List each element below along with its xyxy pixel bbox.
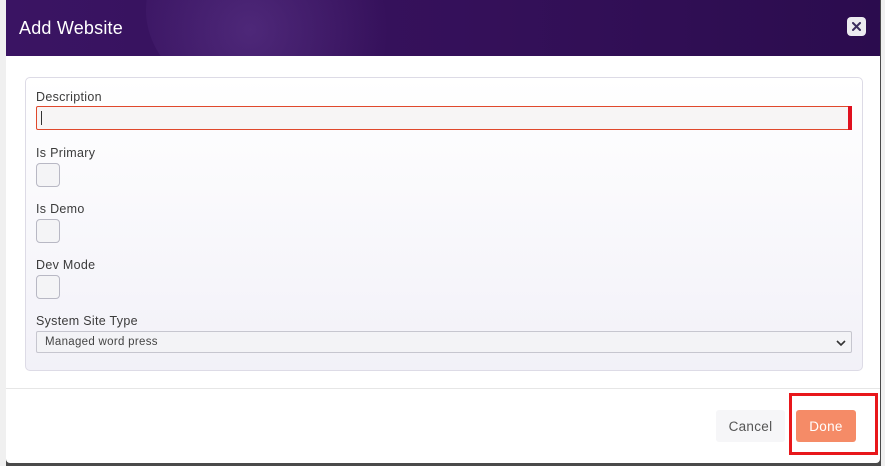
modal-title: Add Website (19, 18, 123, 38)
done-button[interactable]: Done (796, 410, 856, 442)
description-input[interactable] (36, 106, 852, 130)
close-button[interactable] (847, 17, 866, 36)
description-label: Description (36, 90, 102, 104)
dev-mode-checkbox[interactable] (36, 275, 60, 299)
dev-mode-label: Dev Mode (36, 258, 96, 272)
system-site-type-value: Managed word press (45, 336, 158, 348)
system-site-type-label: System Site Type (36, 314, 138, 328)
website-form: Description Is Primary Is Demo Dev Mode … (25, 77, 863, 371)
modal-body: Description Is Primary Is Demo Dev Mode … (6, 56, 880, 388)
modal-header: Add Website (6, 0, 880, 56)
chevron-down-icon (836, 340, 846, 347)
header-background-graphic (146, 0, 406, 56)
background-app-right (881, 0, 885, 466)
footer-divider (6, 388, 880, 389)
close-icon (852, 22, 861, 31)
add-website-modal: Add Website Description Is Primary Is De… (6, 0, 880, 463)
is-demo-label: Is Demo (36, 202, 85, 216)
is-demo-checkbox[interactable] (36, 219, 60, 243)
cancel-button[interactable]: Cancel (716, 410, 785, 442)
text-caret (41, 111, 42, 125)
system-site-type-select[interactable]: Managed word press (36, 331, 852, 353)
is-primary-checkbox[interactable] (36, 163, 60, 187)
is-primary-label: Is Primary (36, 146, 96, 160)
